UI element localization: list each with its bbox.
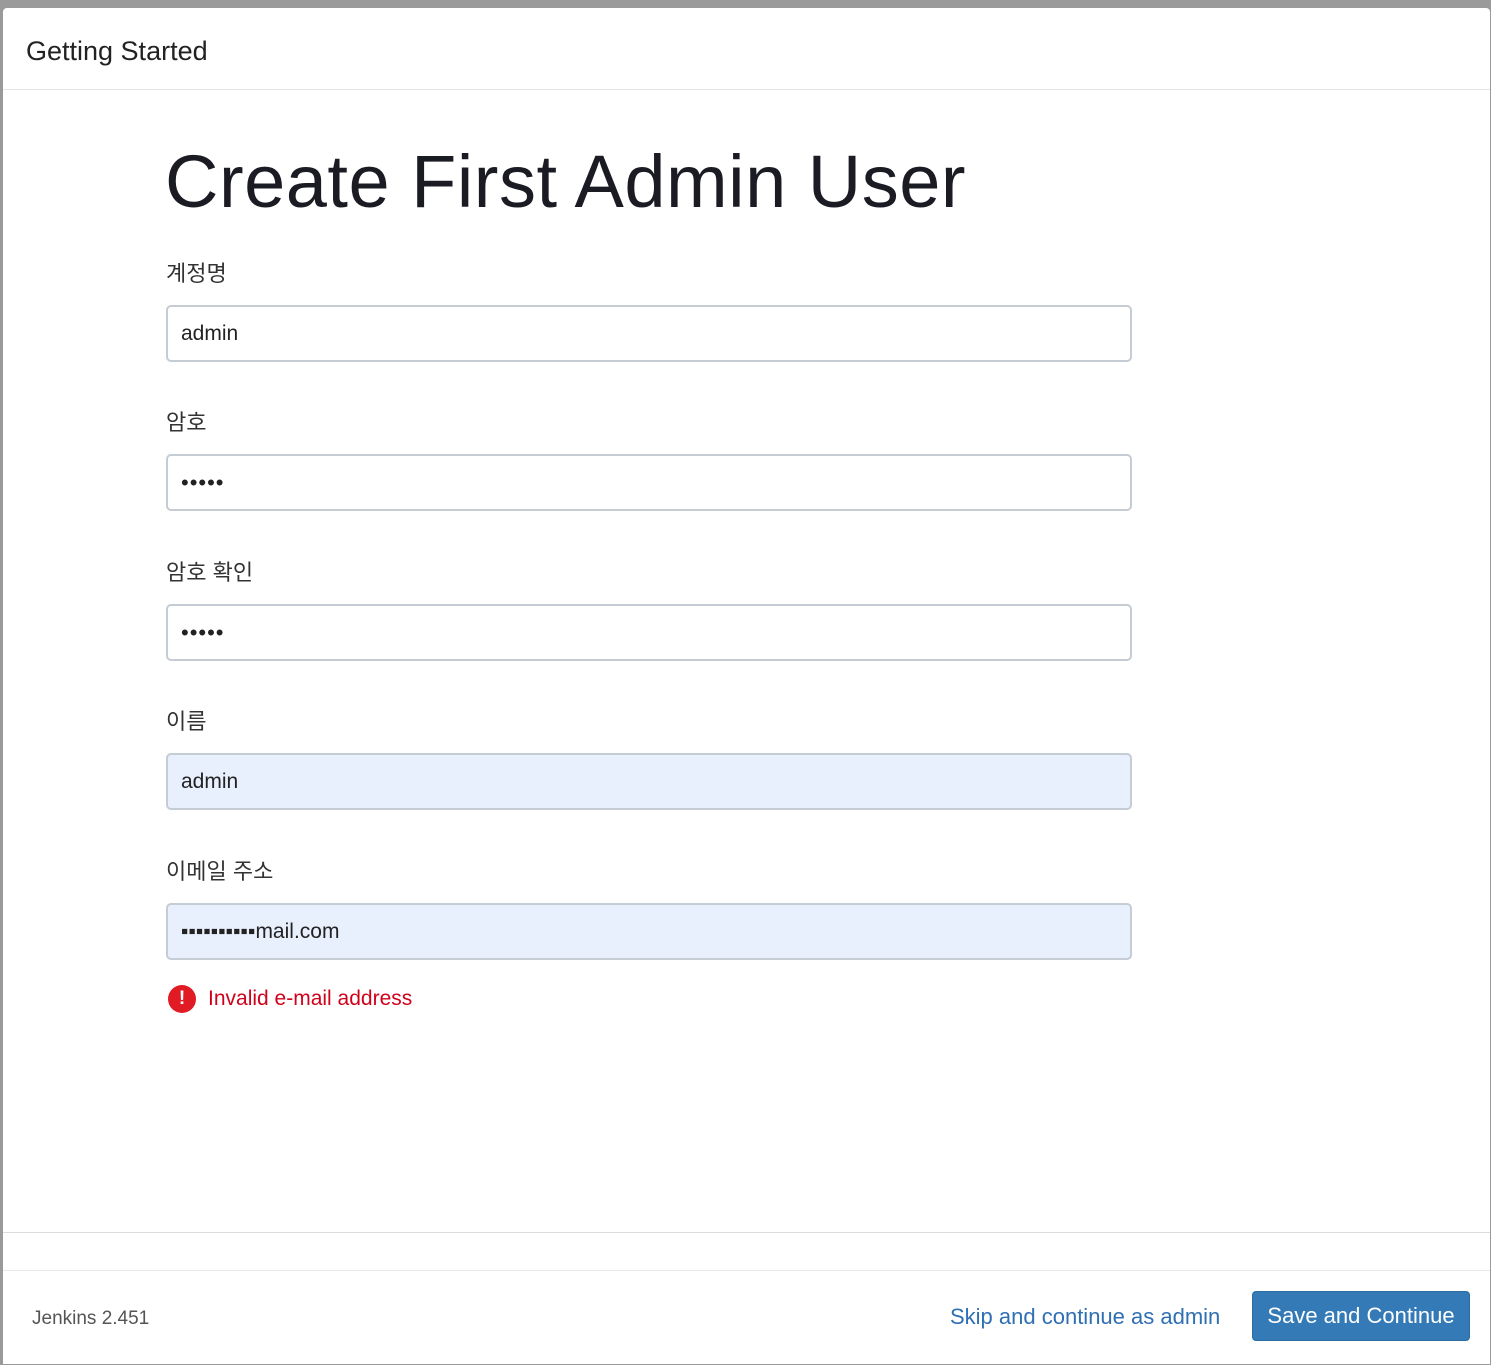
username-label: 계정명	[166, 261, 227, 286]
email-label: 이메일 주소	[166, 859, 274, 884]
page-title: Create First Admin User	[165, 140, 967, 223]
email-input[interactable]	[166, 903, 1132, 960]
error-message: Invalid e-mail address	[208, 987, 413, 1010]
footer-divider-inner	[3, 1270, 1490, 1271]
email-error: ! Invalid e-mail address	[168, 983, 412, 1015]
jenkins-version: Jenkins 2.451	[32, 1308, 150, 1329]
error-icon: !	[168, 985, 196, 1013]
fullname-label: 이름	[166, 709, 207, 734]
dialog-header: Getting Started	[3, 8, 1490, 90]
fullname-input[interactable]	[166, 753, 1132, 810]
password-confirm-label: 암호 확인	[166, 560, 254, 585]
dialog-title: Getting Started	[26, 36, 208, 66]
skip-and-continue-link[interactable]: Skip and continue as admin	[950, 1304, 1220, 1330]
password-input[interactable]	[166, 454, 1132, 511]
save-and-continue-button[interactable]: Save and Continue	[1252, 1291, 1470, 1341]
setup-wizard-dialog: Getting Started Create First Admin User …	[3, 8, 1490, 1364]
password-confirm-input[interactable]	[166, 604, 1132, 661]
footer-divider	[3, 1232, 1490, 1233]
username-input[interactable]	[166, 305, 1132, 362]
password-label: 암호	[166, 410, 207, 435]
